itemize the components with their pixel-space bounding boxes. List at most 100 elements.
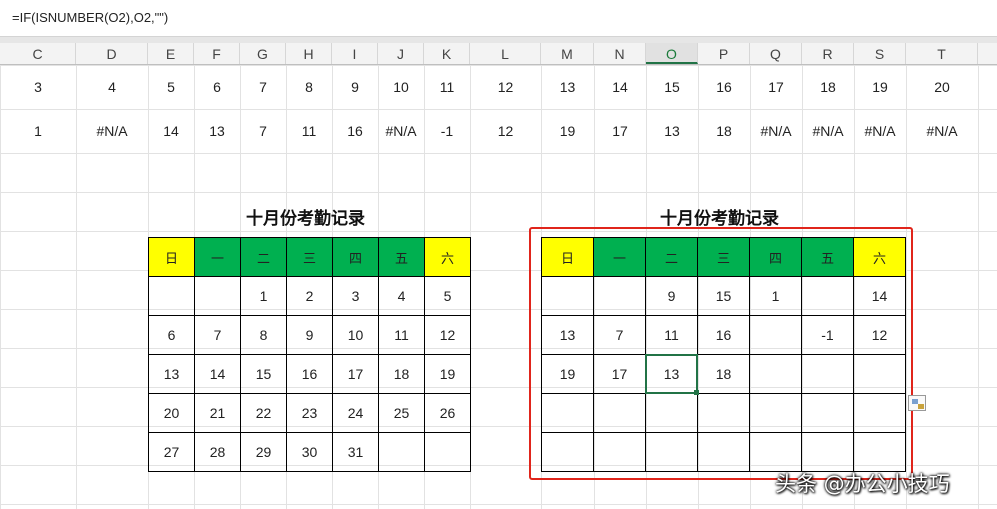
calendar-day-cell[interactable]: 9: [645, 276, 698, 316]
calendar-day-cell[interactable]: 13: [541, 315, 594, 355]
calendar-day-cell[interactable]: 27: [148, 432, 195, 472]
calendar-day-cell[interactable]: [749, 432, 802, 472]
calendar-day-cell[interactable]: [697, 393, 750, 433]
calendar-day-cell[interactable]: 15: [697, 276, 750, 316]
weekday-header[interactable]: 日: [541, 237, 594, 277]
calendar-day-cell[interactable]: 7: [593, 315, 646, 355]
column-header-c[interactable]: C: [0, 43, 76, 64]
row2-cell-t[interactable]: #N/A: [906, 109, 978, 153]
weekday-header[interactable]: 三: [286, 237, 333, 277]
row2-cell-l[interactable]: 12: [470, 109, 541, 153]
column-header-p[interactable]: P: [698, 43, 750, 64]
calendar-day-cell[interactable]: 7: [194, 315, 241, 355]
calendar-day-cell[interactable]: [801, 354, 854, 394]
calendar-day-cell[interactable]: [801, 393, 854, 433]
weekday-header[interactable]: 五: [378, 237, 425, 277]
row2-cell-f[interactable]: 13: [194, 109, 240, 153]
calendar-day-cell[interactable]: 19: [541, 354, 594, 394]
row1-cell-o[interactable]: 15: [646, 65, 698, 109]
fill-handle[interactable]: [694, 390, 699, 395]
calendar-day-cell[interactable]: 15: [240, 354, 287, 394]
row1-cell-f[interactable]: 6: [194, 65, 240, 109]
column-header-s[interactable]: S: [854, 43, 906, 64]
weekday-header[interactable]: 二: [240, 237, 287, 277]
weekday-header[interactable]: 三: [697, 237, 750, 277]
column-header-l[interactable]: L: [470, 43, 541, 64]
row2-cell-s[interactable]: #N/A: [854, 109, 906, 153]
calendar-day-cell[interactable]: [749, 393, 802, 433]
weekday-header[interactable]: 五: [801, 237, 854, 277]
formula-bar[interactable]: =IF(ISNUMBER(O2),O2,""): [0, 0, 997, 37]
calendar-day-cell[interactable]: 18: [378, 354, 425, 394]
calendar-day-cell[interactable]: 4: [378, 276, 425, 316]
calendar-day-cell[interactable]: 19: [424, 354, 471, 394]
calendar-day-cell[interactable]: 21: [194, 393, 241, 433]
calendar-day-cell[interactable]: [853, 393, 906, 433]
row2-cell-d[interactable]: #N/A: [76, 109, 148, 153]
calendar-day-cell[interactable]: 1: [749, 276, 802, 316]
calendar-day-cell[interactable]: [645, 393, 698, 433]
row1-cell-i[interactable]: 9: [332, 65, 378, 109]
row1-cell-s[interactable]: 19: [854, 65, 906, 109]
calendar-day-cell[interactable]: 1: [240, 276, 287, 316]
weekday-header[interactable]: 日: [148, 237, 195, 277]
row2-cell-i[interactable]: 16: [332, 109, 378, 153]
calendar-day-cell[interactable]: 3: [332, 276, 379, 316]
calendar-day-cell[interactable]: 12: [853, 315, 906, 355]
calendar-day-cell[interactable]: [541, 432, 594, 472]
calendar-day-cell[interactable]: 13: [645, 354, 698, 394]
calendar-day-cell[interactable]: 18: [697, 354, 750, 394]
calendar-day-cell[interactable]: 12: [424, 315, 471, 355]
calendar-day-cell[interactable]: 31: [332, 432, 379, 472]
row2-cell-k[interactable]: -1: [424, 109, 470, 153]
column-header-j[interactable]: J: [378, 43, 424, 64]
column-header-n[interactable]: N: [594, 43, 646, 64]
row2-cell-n[interactable]: 17: [594, 109, 646, 153]
weekday-header[interactable]: 二: [645, 237, 698, 277]
calendar-day-cell[interactable]: 8: [240, 315, 287, 355]
column-header-i[interactable]: I: [332, 43, 378, 64]
calendar-day-cell[interactable]: 10: [332, 315, 379, 355]
calendar-day-cell[interactable]: [593, 276, 646, 316]
row1-cell-r[interactable]: 18: [802, 65, 854, 109]
column-header-o[interactable]: O: [646, 43, 698, 64]
row1-cell-k[interactable]: 11: [424, 65, 470, 109]
row2-cell-e[interactable]: 14: [148, 109, 194, 153]
calendar-day-cell[interactable]: 16: [286, 354, 333, 394]
calendar-day-cell[interactable]: [749, 354, 802, 394]
row2-cell-r[interactable]: #N/A: [802, 109, 854, 153]
calendar-day-cell[interactable]: [801, 276, 854, 316]
row1-cell-d[interactable]: 4: [76, 65, 148, 109]
calendar-day-cell[interactable]: [194, 276, 241, 316]
weekday-header[interactable]: 六: [853, 237, 906, 277]
calendar-day-cell[interactable]: 30: [286, 432, 333, 472]
column-header-q[interactable]: Q: [750, 43, 802, 64]
weekday-header[interactable]: 一: [593, 237, 646, 277]
calendar-day-cell[interactable]: [853, 354, 906, 394]
calendar-day-cell[interactable]: [593, 393, 646, 433]
calendar-day-cell[interactable]: [378, 432, 425, 472]
column-header-t[interactable]: T: [906, 43, 978, 64]
column-header-g[interactable]: G: [240, 43, 286, 64]
row1-cell-m[interactable]: 13: [541, 65, 594, 109]
row1-cell-e[interactable]: 5: [148, 65, 194, 109]
row1-cell-h[interactable]: 8: [286, 65, 332, 109]
weekday-header[interactable]: 一: [194, 237, 241, 277]
weekday-header[interactable]: 四: [332, 237, 379, 277]
column-header-d[interactable]: D: [76, 43, 148, 64]
calendar-day-cell[interactable]: [541, 393, 594, 433]
row2-cell-j[interactable]: #N/A: [378, 109, 424, 153]
row1-cell-t[interactable]: 20: [906, 65, 978, 109]
column-header-e[interactable]: E: [148, 43, 194, 64]
calendar-day-cell[interactable]: 29: [240, 432, 287, 472]
calendar-day-cell[interactable]: 17: [593, 354, 646, 394]
row2-cell-c[interactable]: 1: [0, 109, 76, 153]
calendar-day-cell[interactable]: 28: [194, 432, 241, 472]
calendar-day-cell[interactable]: 17: [332, 354, 379, 394]
row1-cell-l[interactable]: 12: [470, 65, 541, 109]
calendar-day-cell[interactable]: 24: [332, 393, 379, 433]
calendar-day-cell[interactable]: [424, 432, 471, 472]
column-header-f[interactable]: F: [194, 43, 240, 64]
calendar-day-cell[interactable]: 11: [378, 315, 425, 355]
calendar-day-cell[interactable]: 13: [148, 354, 195, 394]
